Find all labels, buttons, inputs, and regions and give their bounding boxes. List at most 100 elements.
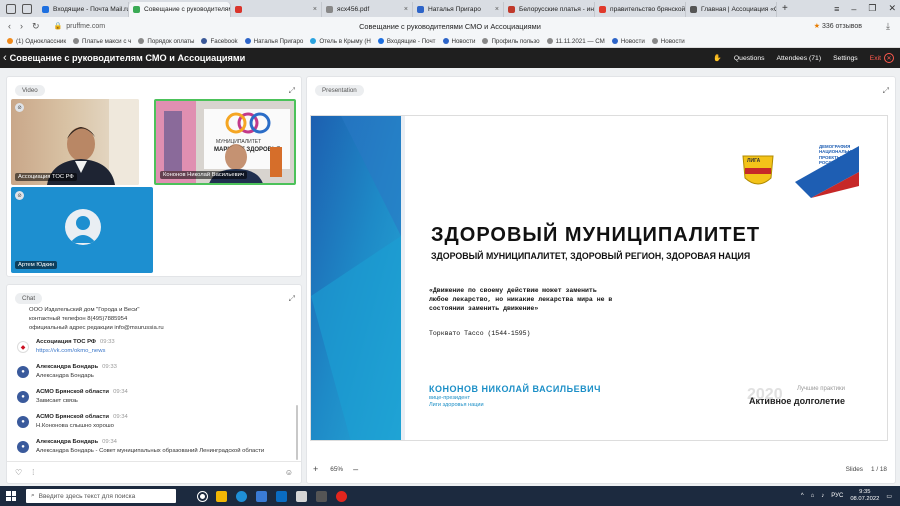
mail-icon[interactable] (276, 490, 287, 502)
back-icon[interactable]: ‹ (8, 21, 11, 32)
new-tab-button[interactable]: + (782, 3, 788, 14)
browser-tab[interactable]: Главная | Ассоциация «Со× (686, 2, 777, 17)
expand-icon[interactable]: ⤢ (289, 294, 295, 304)
browser-tab[interactable]: ясх456.pdf × (322, 2, 413, 17)
minimize-button[interactable]: – (851, 4, 856, 14)
taskbar-search-input[interactable]: ⌕ Введите здесь текст для поиска (26, 489, 176, 503)
tab-label: ясх456.pdf (337, 6, 370, 13)
yandex-browser-icon[interactable] (336, 490, 347, 502)
bookmark-label: (1) Одноклассник (16, 37, 67, 45)
browser-tab[interactable]: Белорусские платья - интер× (504, 2, 595, 17)
bookmark-label: 11.11.2021 — СМ (555, 37, 605, 45)
screenshot-app-icon[interactable] (316, 490, 327, 502)
keyboard-lang[interactable]: РУС (831, 493, 843, 499)
task-view-icon[interactable] (197, 490, 208, 502)
bookmark-item[interactable]: Платье макси с ч (73, 38, 131, 45)
speaker-role-line: Лиги здоровья нации (429, 402, 484, 408)
bookmark-icon (442, 38, 449, 44)
store-icon[interactable] (256, 490, 267, 502)
settings-app-icon[interactable] (296, 490, 307, 502)
browser-tab[interactable]: правительство брянской× (595, 2, 686, 17)
close-tab-icon[interactable]: × (310, 6, 317, 13)
url-domain[interactable]: pruffme.com (66, 23, 105, 30)
search-icon: ⌕ (31, 492, 35, 499)
settings-button[interactable]: Settings (833, 55, 858, 62)
browser-tab[interactable]: Совещание с руководителям× (129, 2, 231, 17)
file-explorer-icon[interactable] (216, 490, 227, 502)
zoom-out-button[interactable]: – (353, 464, 358, 474)
emoji-icon[interactable]: ☺ (285, 468, 293, 477)
browser-left-icons (0, 0, 32, 17)
page-title-center: Совещание с руководителями СМО и Ассоциа… (359, 21, 541, 31)
video-tile[interactable]: ⊘ Артем Юдкин (11, 187, 153, 273)
banner-text: МУНИЦИПАЛИТЕТ (216, 139, 261, 145)
presentation-label: Presentation (315, 85, 364, 96)
user-icon (70, 216, 96, 243)
user-avatar-icon: ● (17, 366, 29, 378)
reviews-badge[interactable]: ★ 336 отзывов (814, 22, 862, 30)
expand-icon[interactable]: ⤢ (883, 86, 889, 96)
notification-icon[interactable]: ▭ (886, 493, 892, 500)
chat-input[interactable]: ⁞ (32, 468, 34, 477)
bookmark-item[interactable]: Facebook (201, 37, 238, 45)
browser-tab[interactable]: × (231, 2, 322, 17)
heart-icon[interactable]: ♡ (15, 468, 22, 477)
bookmark-item[interactable]: Новости (651, 38, 685, 45)
browser-tab[interactable]: Входящие - Почта Mail.ru× (38, 2, 129, 17)
video-tile[interactable]: ⊘ Ассоциация ТОС РФ (11, 99, 139, 185)
clock[interactable]: 9:35 08.07.2022 (850, 489, 879, 503)
windows-start-icon[interactable] (6, 491, 16, 501)
windows-taskbar: ⌕ Введите здесь текст для поиска ^ ⌂ ♪ Р… (0, 486, 900, 506)
bookmark-item[interactable]: Входящие - Почт (377, 38, 436, 45)
favicon-icon (417, 6, 424, 13)
url-field[interactable]: 🔒 pruffme.com (54, 22, 106, 31)
message-link[interactable]: https://vk.com/okmo_news (36, 347, 115, 356)
slide-heading: ЗДОРОВЫЙ МУНИЦИПАЛИТЕТ (431, 224, 761, 246)
bookmarks-bar: (1) Одноклассник Платье макси с ч Порядок … (0, 35, 900, 48)
forward-icon[interactable]: › (20, 21, 23, 32)
slide-counter[interactable]: 1 / 18 (871, 466, 887, 473)
download-icon[interactable]: ⤓ (886, 21, 890, 32)
sidebar-icon[interactable] (22, 3, 32, 14)
network-icon[interactable]: ⌂ (811, 493, 815, 499)
volume-icon[interactable]: ♪ (821, 493, 824, 499)
close-tab-icon[interactable]: × (492, 6, 499, 13)
chevron-up-icon[interactable]: ^ (801, 493, 804, 499)
bookmark-item[interactable]: Порядок оплаты (138, 38, 194, 45)
zoom-in-button[interactable]: + (313, 464, 318, 474)
close-window-button[interactable]: ✕ (888, 3, 896, 14)
menu-icon[interactable]: ≡ (834, 4, 839, 14)
app-title: Совещание с руководителям СМО и Ассоциац… (9, 53, 246, 63)
bookmark-label: Facebook (210, 37, 238, 45)
chat-label: Chat (15, 293, 43, 304)
attendees-button[interactable]: Attendees (71) (777, 55, 822, 62)
chat-message: АСМО Брянской области 09:34 Н.Кононова сл… (36, 413, 128, 431)
bookmark-item[interactable]: 11.11.2021 — СМ (546, 37, 605, 45)
bookmark-item[interactable]: Наталья Пригаро (244, 38, 303, 45)
np-line: РОССИИ (819, 160, 838, 166)
back-arrow-icon[interactable]: ‹ (3, 52, 7, 64)
home-icon[interactable] (6, 3, 16, 14)
bookmark-label: Профиль пользо (491, 37, 540, 45)
bookmark-item[interactable]: Новости (442, 38, 475, 45)
exit-button[interactable]: Exit ✕ (870, 53, 894, 63)
bookmark-item[interactable]: Профиль пользо (482, 37, 540, 45)
tab-label: Входящие - Почта Mail.ru (53, 6, 129, 13)
bookmark-label: Отель в Крыму (Н (319, 37, 371, 45)
close-tab-icon[interactable]: × (401, 6, 408, 13)
questions-button[interactable]: Questions (734, 55, 765, 62)
app-header: ‹ Совещание с руководителям СМО и Ассоци… (0, 48, 900, 68)
video-tile-active-speaker[interactable]: МУНИЦИПАЛИТЕТ МАРШРУТ ЗДОРОВЬЯ Кононов Н… (154, 99, 296, 185)
restore-button[interactable]: ❐ (868, 3, 876, 14)
reload-icon[interactable]: ↻ (32, 21, 40, 32)
bookmark-label: Новости (620, 37, 645, 45)
bookmark-item[interactable]: Отель в Крыму (Н (310, 38, 371, 45)
browser-tab[interactable]: Наталья Пригаро × (413, 2, 504, 17)
chat-scrollbar[interactable] (296, 405, 298, 460)
expand-icon[interactable]: ⤢ (289, 86, 295, 96)
bookmark-item[interactable]: (1) Одноклассник (7, 38, 66, 45)
bookmark-item[interactable]: Новости (611, 37, 645, 45)
hand-icon[interactable]: ✋ (713, 54, 721, 62)
edge-icon[interactable] (236, 490, 247, 502)
clock-date: 08.07.2022 (850, 496, 880, 502)
